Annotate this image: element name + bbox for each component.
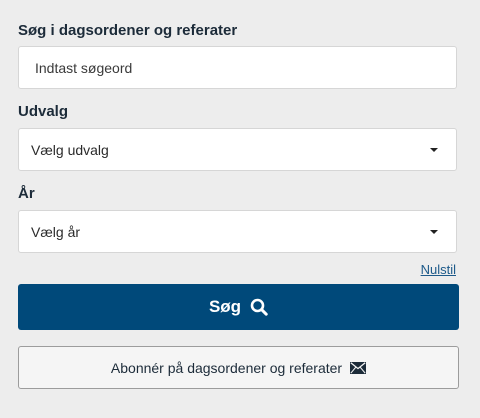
- subscribe-button[interactable]: Abonnér på dagsordener og referater: [18, 346, 459, 389]
- chevron-down-icon: [430, 147, 438, 152]
- search-button-label: Søg: [208, 297, 242, 316]
- envelope-icon: [350, 361, 367, 374]
- year-select[interactable]: Vælg år: [18, 210, 457, 253]
- committee-select-value: Vælg udvalg: [31, 141, 109, 158]
- search-input[interactable]: [18, 46, 457, 89]
- committee-label: Udvalg: [18, 103, 69, 120]
- search-label: Søg i dagsordener og referater: [18, 22, 238, 39]
- reset-link[interactable]: Nulstil: [421, 262, 456, 277]
- subscribe-button-label: Abonnér på dagsordener og referater: [110, 359, 343, 376]
- year-select-value: Vælg år: [31, 223, 81, 240]
- chevron-down-icon: [430, 229, 438, 234]
- search-icon: [250, 298, 268, 316]
- year-label: År: [18, 185, 35, 202]
- committee-select[interactable]: Vælg udvalg: [18, 128, 457, 171]
- search-button[interactable]: Søg: [18, 284, 459, 330]
